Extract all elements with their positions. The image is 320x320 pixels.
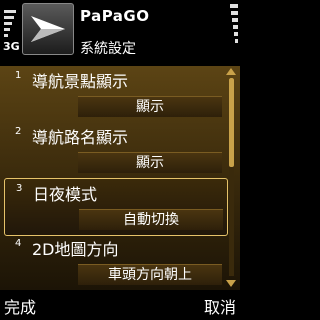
setting-label: 日夜模式 (33, 185, 98, 204)
cancel-softkey[interactable]: 取消 (204, 294, 236, 318)
signal-strength-icon (0, 10, 20, 40)
setting-value-field[interactable]: 車頭方向朝上 (78, 264, 222, 285)
app-name: PaPaGO (80, 7, 150, 25)
softkey-bar: 完成 取消 (0, 290, 240, 320)
setting-row-2d-map-orientation[interactable]: 4 2D地圖方向 車頭方向朝上 (0, 234, 228, 290)
row-index: 2 (15, 126, 22, 137)
settings-list[interactable]: 1 導航景點顯示 顯示 2 導航路名顯示 顯示 3 日夜模式 自動切換 4 2D… (0, 66, 240, 290)
row-index: 4 (15, 238, 22, 249)
status-bar: 3G PaPaGO 系統設定 (0, 0, 240, 66)
setting-label: 2D地圖方向 (32, 240, 119, 259)
scrollbar-thumb[interactable] (229, 78, 234, 167)
setting-label: 導航景點顯示 (32, 72, 129, 91)
battery-icon (228, 4, 240, 50)
setting-value-field[interactable]: 顯示 (78, 96, 222, 117)
scroll-down-arrow-icon[interactable] (226, 280, 236, 287)
setting-row-poi-display[interactable]: 1 導航景點顯示 顯示 (0, 66, 228, 122)
setting-label: 導航路名顯示 (32, 128, 129, 147)
network-type-label: 3G (3, 40, 20, 53)
setting-value-field[interactable]: 自動切換 (79, 209, 223, 230)
done-softkey[interactable]: 完成 (4, 294, 36, 318)
setting-value-field[interactable]: 顯示 (78, 152, 222, 173)
scroll-up-arrow-icon[interactable] (226, 68, 236, 75)
page-title: 系統設定 (80, 41, 136, 57)
row-index: 1 (15, 70, 22, 81)
papago-arrow-icon (22, 3, 74, 55)
setting-row-road-name-display[interactable]: 2 導航路名顯示 顯示 (0, 122, 228, 178)
row-index: 3 (16, 183, 23, 194)
setting-row-day-night-mode[interactable]: 3 日夜模式 自動切換 (4, 178, 228, 236)
scrollbar[interactable] (229, 78, 234, 276)
